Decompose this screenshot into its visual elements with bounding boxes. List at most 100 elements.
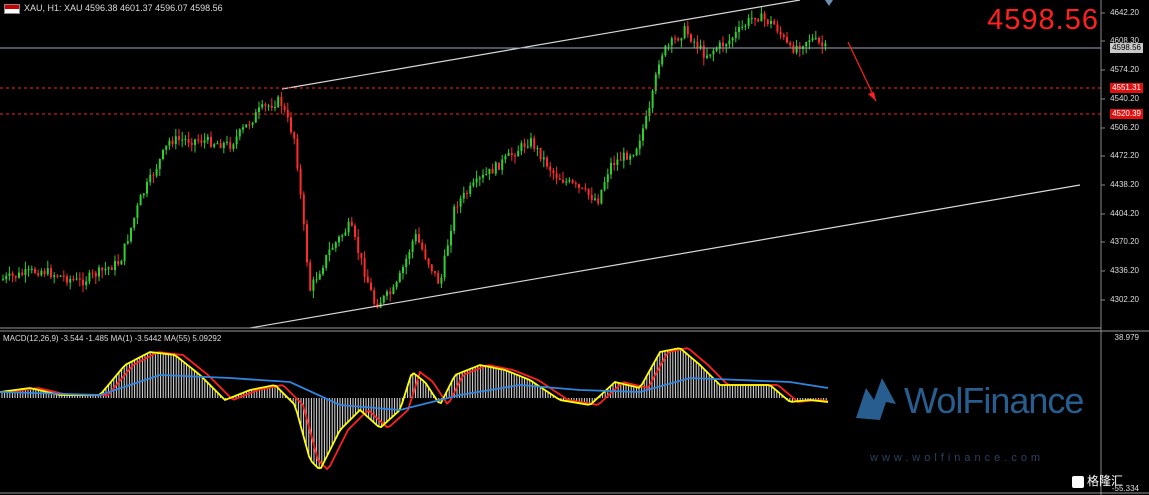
candle-body bbox=[344, 232, 347, 236]
candle-body bbox=[475, 178, 478, 183]
candle-body bbox=[91, 272, 94, 274]
candle-body bbox=[50, 268, 52, 278]
candle-body bbox=[270, 105, 273, 108]
candle-body bbox=[363, 258, 366, 277]
candle-body bbox=[472, 182, 475, 186]
price-axis-label: 4540.20 bbox=[1110, 94, 1139, 103]
candle-body bbox=[770, 20, 772, 24]
price-axis-label: 4404.20 bbox=[1110, 209, 1139, 218]
candle-body bbox=[565, 181, 568, 183]
candle-body bbox=[674, 38, 676, 40]
candle-body bbox=[56, 275, 59, 277]
candle-body bbox=[542, 157, 545, 160]
candle-body bbox=[312, 279, 315, 291]
candle-body bbox=[350, 221, 353, 226]
source-badge: 格隆汇 bbox=[1072, 472, 1123, 489]
candle-body bbox=[632, 155, 635, 157]
candle-body bbox=[238, 129, 241, 137]
candle-body bbox=[283, 105, 286, 111]
candle-body bbox=[446, 245, 449, 256]
candle-body bbox=[635, 148, 638, 156]
channel-lower-line bbox=[249, 184, 1081, 329]
candle-body bbox=[738, 26, 740, 33]
candle-body bbox=[805, 42, 808, 47]
candle-body bbox=[88, 272, 91, 282]
macd-label: MACD(12,26,9) -3.544 -1.485 MA(1) -3.544… bbox=[3, 334, 222, 343]
candle-body bbox=[309, 262, 312, 291]
symbol-header-text: XAU, H1: XAU 4596.38 4601.37 4596.07 459… bbox=[24, 3, 223, 13]
candle-body bbox=[354, 225, 356, 237]
candle-body bbox=[402, 267, 404, 273]
candle-body bbox=[450, 230, 452, 246]
candle-body bbox=[613, 162, 616, 165]
candle-body bbox=[786, 37, 788, 43]
candle-body bbox=[219, 143, 222, 149]
candle-body bbox=[750, 17, 753, 19]
candle-body bbox=[616, 159, 619, 165]
candle-body bbox=[338, 236, 340, 243]
candle-body bbox=[130, 227, 132, 242]
candle-body bbox=[245, 124, 248, 128]
candle-body bbox=[552, 170, 555, 174]
flag-icon bbox=[4, 3, 20, 14]
candle-body bbox=[178, 136, 180, 140]
candle-body bbox=[110, 267, 113, 271]
candle-body bbox=[280, 96, 283, 106]
watermark-url: www.wolfinance.com bbox=[870, 452, 1045, 464]
candle-body bbox=[603, 182, 606, 190]
candle-body bbox=[315, 279, 318, 281]
candle-body bbox=[341, 235, 344, 237]
candle-body bbox=[146, 182, 148, 194]
badge-icon bbox=[1072, 475, 1084, 488]
candle-body bbox=[734, 32, 737, 39]
candle-body bbox=[21, 272, 24, 276]
candle-body bbox=[728, 40, 731, 45]
candle-body bbox=[133, 217, 136, 228]
candle-body bbox=[120, 260, 123, 265]
symbol-header: XAU, H1: XAU 4596.38 4601.37 4596.07 459… bbox=[4, 3, 223, 14]
candle-body bbox=[184, 139, 187, 141]
candle-body bbox=[200, 140, 203, 143]
candle-body bbox=[546, 157, 548, 167]
level-tag-1: 4551.31 bbox=[1110, 83, 1143, 93]
candle-body bbox=[526, 146, 529, 148]
candle-body bbox=[597, 198, 600, 204]
candle-body bbox=[296, 138, 299, 169]
candle-body bbox=[792, 45, 795, 53]
candle-body bbox=[584, 187, 587, 189]
candle-body bbox=[773, 20, 776, 25]
candle-body bbox=[683, 26, 686, 39]
candle-body bbox=[715, 48, 718, 51]
candle-body bbox=[462, 192, 465, 199]
candle-body bbox=[437, 272, 440, 284]
candle-body bbox=[517, 151, 520, 157]
candle-body bbox=[242, 127, 244, 130]
candle-body bbox=[488, 168, 491, 175]
candle-body bbox=[229, 141, 232, 149]
candle-body bbox=[418, 234, 420, 243]
candle-body bbox=[104, 268, 107, 271]
candle-body bbox=[590, 194, 593, 200]
price-axis-label: 4336.20 bbox=[1110, 266, 1139, 275]
candle-body bbox=[43, 270, 46, 275]
macd-pane bbox=[0, 347, 829, 471]
candle-body bbox=[126, 241, 129, 244]
candle-body bbox=[194, 139, 196, 145]
candle-body bbox=[331, 247, 334, 250]
candle-body bbox=[658, 64, 660, 75]
candle-body bbox=[8, 273, 11, 276]
candle-body bbox=[555, 173, 558, 179]
forecast-arrow bbox=[847, 41, 877, 102]
candle-body bbox=[501, 159, 504, 170]
candle-body bbox=[322, 267, 324, 275]
candle-body bbox=[232, 144, 235, 149]
current-price-tag: 4598.56 bbox=[1110, 43, 1143, 53]
candle-body bbox=[347, 221, 350, 233]
candle-body bbox=[328, 249, 331, 256]
candle-body bbox=[197, 139, 200, 141]
candle-body bbox=[11, 273, 14, 276]
candle-body bbox=[510, 153, 513, 156]
candle-body bbox=[85, 281, 88, 286]
candle-body bbox=[59, 275, 62, 277]
candle-body bbox=[808, 40, 811, 43]
